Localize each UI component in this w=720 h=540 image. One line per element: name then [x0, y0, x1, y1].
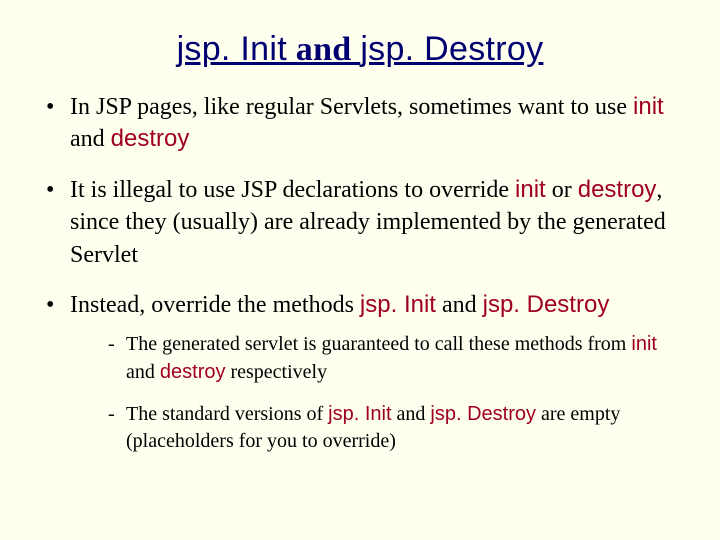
code-text: init	[515, 176, 546, 203]
body-text: The standard versions of	[126, 403, 328, 425]
body-text: Instead, override the methods	[70, 292, 360, 318]
code-text: jsp. Init	[360, 291, 436, 318]
body-text: and	[126, 361, 160, 383]
bullet-item: It is illegal to use JSP declarations to…	[40, 174, 680, 271]
code-text: jsp. Destroy	[430, 403, 536, 425]
bullet-list: In JSP pages, like regular Servlets, som…	[40, 91, 680, 456]
code-text: destroy	[160, 361, 226, 383]
sub-list: The generated servlet is guaranteed to c…	[104, 331, 680, 455]
sub-bullet-item: The standard versions of jsp. Init and j…	[104, 401, 680, 456]
body-text: or	[546, 177, 578, 203]
code-text: jsp. Destroy	[483, 291, 610, 318]
body-text: and	[436, 292, 483, 318]
body-text: It is illegal to use JSP declarations to…	[70, 177, 515, 203]
code-text: jsp. Init	[328, 403, 391, 425]
sub-bullet-item: The generated servlet is guaranteed to c…	[104, 331, 680, 386]
slide: jsp. Init and jsp. Destroy In JSP pages,…	[0, 0, 720, 540]
body-text: respectively	[225, 361, 327, 383]
body-text: In JSP pages, like regular Servlets, som…	[70, 94, 633, 120]
body-text: The generated servlet is guaranteed to c…	[126, 333, 631, 355]
bullet-item: Instead, override the methods jsp. Init …	[40, 289, 680, 456]
body-text: and	[392, 403, 431, 425]
code-text: destroy	[111, 125, 190, 152]
slide-title: jsp. Init and jsp. Destroy	[40, 30, 680, 69]
title-part-b: jsp. Destroy	[360, 30, 543, 68]
code-text: init	[631, 333, 657, 355]
body-text: and	[70, 126, 111, 152]
title-part-mid: and	[287, 31, 360, 68]
code-text: destroy	[578, 176, 657, 203]
bullet-item: In JSP pages, like regular Servlets, som…	[40, 91, 680, 156]
title-part-a: jsp. Init	[177, 30, 287, 68]
code-text: init	[633, 93, 664, 120]
